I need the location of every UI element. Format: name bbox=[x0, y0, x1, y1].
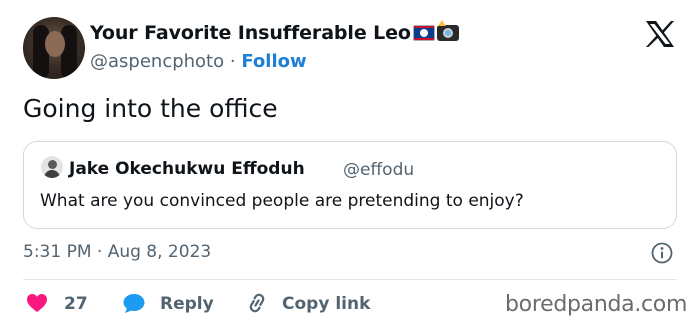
author-display-name[interactable]: Your Favorite Insufferable Leo bbox=[90, 22, 411, 44]
heart-icon[interactable] bbox=[26, 293, 48, 313]
quoted-tweet-card[interactable]: Jake Okechukwu Effoduh @effodu What are … bbox=[23, 141, 677, 229]
like-count[interactable]: 27 bbox=[64, 294, 88, 314]
separator-dot: · bbox=[229, 51, 236, 72]
reply-button[interactable]: Reply bbox=[160, 294, 214, 314]
reply-icon[interactable] bbox=[122, 292, 146, 314]
author-avatar[interactable] bbox=[23, 17, 85, 79]
follow-button[interactable]: Follow bbox=[241, 51, 306, 72]
avatar-hair-right bbox=[61, 25, 77, 79]
belize-flag-icon bbox=[412, 25, 435, 41]
author-handle-row: @aspencphoto · Follow bbox=[90, 51, 307, 72]
info-icon[interactable] bbox=[651, 242, 673, 264]
tweet-text: Going into the office bbox=[23, 94, 278, 123]
actions-divider bbox=[23, 279, 677, 280]
quoted-author-handle: @effodu bbox=[343, 160, 415, 180]
camera-with-flash-icon bbox=[436, 20, 459, 41]
author-handle[interactable]: @aspencphoto bbox=[90, 51, 224, 72]
x-logo-icon[interactable] bbox=[645, 20, 675, 48]
boredpanda-watermark: boredpanda.com bbox=[505, 292, 688, 317]
tweet-timestamp[interactable]: 5:31 PM · Aug 8, 2023 bbox=[23, 242, 211, 262]
avatar-face bbox=[45, 31, 65, 57]
link-icon[interactable] bbox=[245, 292, 269, 314]
quoted-author-avatar bbox=[41, 156, 63, 178]
quoted-author-name: Jake Okechukwu Effoduh bbox=[69, 159, 305, 179]
author-display-name-row[interactable]: Your Favorite Insufferable Leo bbox=[90, 20, 459, 44]
quoted-tweet-text: What are you convinced people are preten… bbox=[40, 191, 524, 211]
copy-link-button[interactable]: Copy link bbox=[282, 294, 370, 314]
